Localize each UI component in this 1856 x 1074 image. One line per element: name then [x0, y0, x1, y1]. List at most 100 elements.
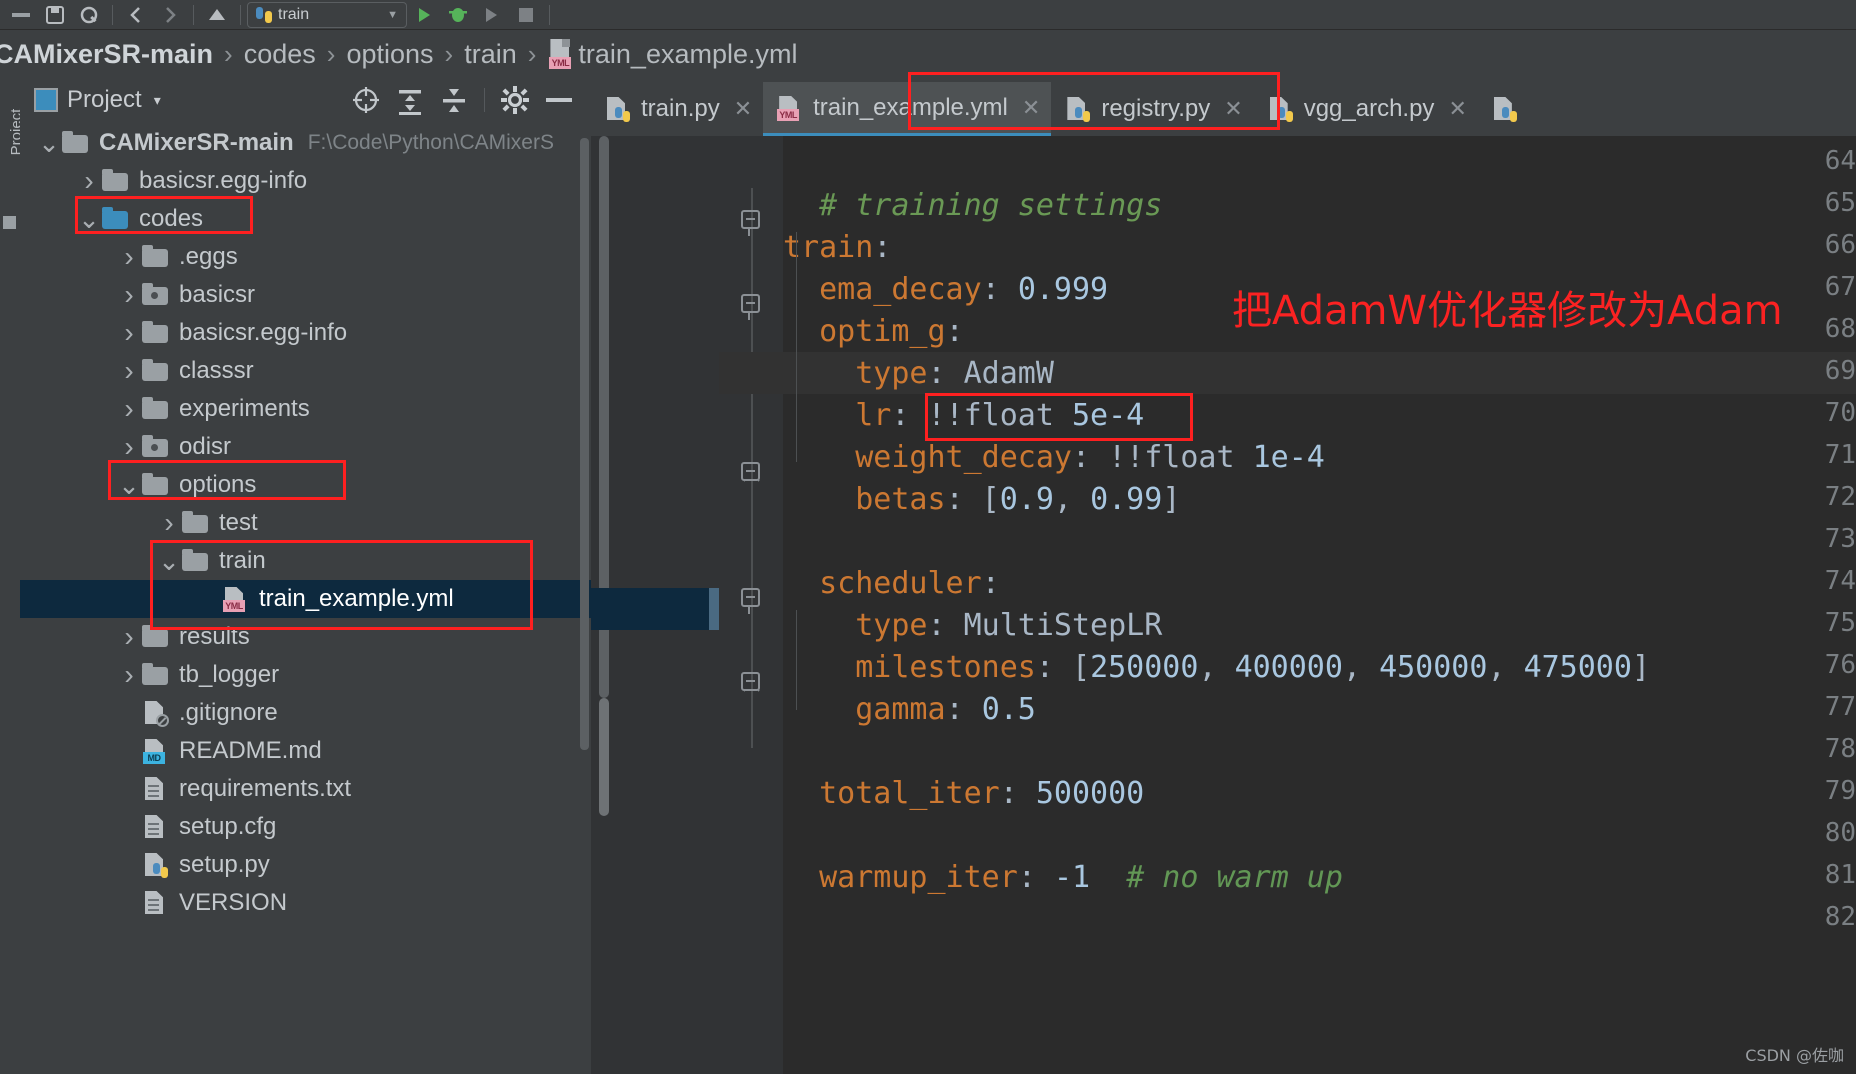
code-line: total_iter: 500000 — [783, 776, 1145, 811]
chevron-right-icon[interactable]: › — [116, 355, 142, 387]
tree-item-version[interactable]: VERSION — [20, 884, 591, 922]
breadcrumb-item-codes[interactable]: codes — [244, 39, 316, 70]
tree-item-experiments[interactable]: › experiments — [20, 390, 591, 428]
annotation-note: 把AdamW优化器修改为Adam — [1232, 288, 1783, 334]
breadcrumb-item-options[interactable]: options — [346, 39, 433, 70]
editor-tab-overflow[interactable] — [1477, 82, 1539, 136]
tree-item-options[interactable]: ⌄ options — [20, 466, 591, 504]
editor-area: train.py ✕ YML train_example.yml ✕ registry.p… — [591, 78, 1856, 1074]
tree-item-camixersr-main[interactable]: ⌄ CAMixerSR-main F:\Code\Python\CAMixerS — [20, 124, 591, 162]
close-icon[interactable]: ✕ — [1224, 96, 1242, 122]
line-number: 65 — [1824, 188, 1856, 218]
chevron-right-icon[interactable]: › — [116, 241, 142, 273]
run-configuration-selector[interactable]: train ▼ — [247, 1, 407, 28]
tree-item-readme-md[interactable]: MD README.md — [20, 732, 591, 770]
forward-icon[interactable] — [153, 2, 187, 28]
code-line: lr: !!float 5e-4 — [783, 398, 1145, 433]
chevron-right-icon[interactable]: › — [116, 431, 142, 463]
tree-item-results[interactable]: › results — [20, 618, 591, 656]
fold-marker-scheduler[interactable] — [741, 588, 763, 614]
structure-tab-icon[interactable] — [3, 216, 16, 229]
tree-item-train-example-yml[interactable]: YML train_example.yml — [20, 580, 591, 618]
editor-tab-vgg-arch-py[interactable]: vgg_arch.py ✕ — [1253, 82, 1478, 136]
chevron-right-icon[interactable]: › — [116, 317, 142, 349]
chevron-right-icon[interactable]: › — [116, 393, 142, 425]
folder-icon — [102, 169, 128, 191]
code-line: ema_decay: 0.999 — [783, 272, 1109, 307]
editor-tab-label: registry.py — [1101, 95, 1211, 122]
close-icon[interactable]: ✕ — [1022, 95, 1040, 121]
tree-item-codes[interactable]: ⌄ codes — [20, 200, 591, 238]
tree-item-tb-logger[interactable]: › tb_logger — [20, 656, 591, 694]
tree-item-setup-cfg[interactable]: setup.cfg — [20, 808, 591, 846]
project-scrollbar[interactable] — [580, 138, 589, 750]
build-icon[interactable] — [200, 2, 234, 28]
back-icon[interactable] — [119, 2, 153, 28]
save-icon[interactable] — [38, 2, 72, 28]
tree-item-classsr[interactable]: › classsr — [20, 352, 591, 390]
sync-icon[interactable] — [72, 2, 106, 28]
tree-item-requirements-txt[interactable]: requirements.txt — [20, 770, 591, 808]
tree-item-setup-py[interactable]: setup.py — [20, 846, 591, 884]
chevron-down-icon[interactable]: ⌄ — [36, 130, 62, 156]
close-icon[interactable]: ✕ — [1448, 96, 1466, 122]
tree-item--gitignore[interactable]: .gitignore — [20, 694, 591, 732]
editor-tab-train-py[interactable]: train.py ✕ — [591, 82, 764, 136]
fold-marker-optim-g-end[interactable] — [741, 462, 763, 488]
tree-item-test[interactable]: › test — [20, 504, 591, 542]
breadcrumb-item-file[interactable]: train_example.yml — [578, 39, 797, 70]
hide-panel-icon[interactable] — [537, 83, 581, 117]
indent-guide — [796, 610, 797, 710]
editor-tab-train-example-yml[interactable]: YML train_example.yml ✕ — [763, 82, 1052, 136]
toolbar-divider — [112, 4, 113, 25]
folder-icon — [142, 321, 168, 343]
tree-item-odisr[interactable]: › odisr — [20, 428, 591, 466]
chevron-right-icon[interactable]: › — [116, 659, 142, 691]
line-number: 76 — [1824, 650, 1856, 680]
close-icon[interactable]: ✕ — [734, 96, 752, 122]
chevron-down-icon[interactable]: ⌄ — [76, 206, 102, 232]
project-panel-title: Project — [67, 86, 142, 113]
chevron-down-icon[interactable]: ⌄ — [156, 548, 182, 574]
chevron-down-icon[interactable]: ▾ — [154, 92, 161, 109]
settings-gear-icon[interactable] — [493, 83, 537, 117]
code-line: warmup_iter: -1 # no warm up — [783, 860, 1343, 895]
tree-item-basicsr-egg-info[interactable]: › basicsr.egg-info — [20, 162, 591, 200]
folder-icon — [142, 283, 168, 305]
chevron-right-icon[interactable]: › — [156, 507, 182, 539]
chevron-down-icon[interactable]: ⌄ — [116, 472, 142, 498]
tree-item-train[interactable]: ⌄ train — [20, 542, 591, 580]
collapse-all-icon[interactable] — [432, 83, 476, 117]
stop-icon[interactable] — [509, 2, 543, 28]
yml-file-icon: YML — [776, 95, 802, 121]
editor-tab-registry-py[interactable]: registry.py ✕ — [1051, 82, 1254, 136]
fold-marker-scheduler-end[interactable] — [741, 672, 763, 698]
chevron-right-icon[interactable]: › — [76, 165, 102, 197]
debug-icon[interactable] — [441, 2, 475, 28]
ide-window: train ▼ CAMixerSR-main › codes › options… — [0, 0, 1856, 1074]
panel-divider — [484, 88, 485, 112]
toolbar-divider-3 — [240, 4, 241, 25]
tree-item-label: .eggs — [179, 243, 238, 270]
py-file-icon — [1491, 96, 1517, 122]
folder-icon — [142, 245, 168, 267]
stop-left-icon[interactable] — [4, 2, 38, 28]
fold-marker-optim-g[interactable] — [741, 294, 763, 320]
breadcrumb-item-train[interactable]: train — [464, 39, 517, 70]
fold-marker-train[interactable] — [741, 210, 763, 236]
tree-item-label: train_example.yml — [259, 585, 454, 612]
code-editor[interactable]: 64 65 # training settings 66 train: 67 ema_d… — [591, 136, 1856, 1074]
tree-item-basicsr-egg-info[interactable]: › basicsr.egg-info — [20, 314, 591, 352]
expand-all-icon[interactable] — [388, 83, 432, 117]
run-config-label: train — [278, 5, 310, 23]
tree-item--eggs[interactable]: › .eggs — [20, 238, 591, 276]
folder-icon — [142, 359, 168, 381]
coverage-icon[interactable] — [475, 2, 509, 28]
run-icon[interactable] — [407, 2, 441, 28]
tree-item-basicsr[interactable]: › basicsr — [20, 276, 591, 314]
chevron-right-icon[interactable]: › — [116, 621, 142, 653]
chevron-right-icon[interactable]: › — [116, 279, 142, 311]
gutter-scroll-thumb[interactable] — [599, 698, 609, 816]
select-opened-file-icon[interactable] — [344, 83, 388, 117]
breadcrumb-item-project[interactable]: CAMixerSR-main — [0, 39, 213, 70]
